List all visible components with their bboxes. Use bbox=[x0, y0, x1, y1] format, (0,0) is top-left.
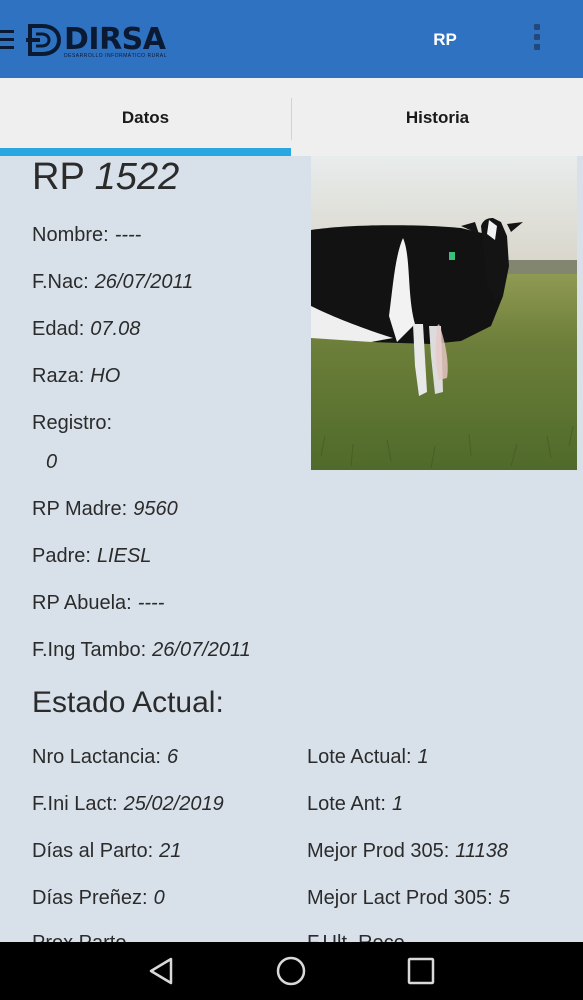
rp-label: RP bbox=[32, 156, 85, 198]
rp-heading: RP 1522 bbox=[32, 156, 179, 199]
field-label: Lote Actual: bbox=[307, 746, 412, 768]
back-icon[interactable] bbox=[145, 955, 177, 987]
field-raza: Raza: HO bbox=[32, 365, 120, 388]
field-registro-label: Registro: bbox=[32, 412, 113, 434]
field-dias-prenez: Días Preñez: 0 bbox=[32, 887, 165, 910]
recents-icon[interactable] bbox=[405, 955, 437, 987]
field-label: Nro Lactancia: bbox=[32, 746, 161, 768]
home-icon[interactable] bbox=[275, 955, 307, 987]
field-fini-lact: F.Ini Lact: 25/02/2019 bbox=[32, 793, 224, 816]
field-label: F.Nac: bbox=[32, 271, 89, 293]
field-label: Lote Ant: bbox=[307, 793, 386, 815]
field-label: F.Ing Tambo: bbox=[32, 639, 147, 661]
field-nro-lactancia: Nro Lactancia: 6 bbox=[32, 746, 178, 769]
field-fnac: F.Nac: 26/07/2011 bbox=[32, 271, 193, 294]
logo-subtitle: DESARROLLO INFORMÁTICO RURAL bbox=[64, 53, 167, 59]
active-tab-indicator bbox=[0, 148, 291, 156]
field-label: Mejor Lact Prod 305: bbox=[307, 887, 493, 909]
tab-bar: Datos Historia bbox=[0, 78, 583, 156]
dirsa-logo-mark bbox=[26, 24, 62, 56]
field-mejor-lact-prod-305: Mejor Lact Prod 305: 5 bbox=[307, 887, 510, 910]
field-label: Días al Parto: bbox=[32, 840, 154, 862]
field-value: 5 bbox=[498, 887, 510, 909]
field-mejor-prod-305: Mejor Prod 305: 11138 bbox=[307, 840, 508, 863]
field-label: Días Preñez: bbox=[32, 887, 148, 909]
field-label: Padre: bbox=[32, 545, 91, 567]
field-value: 26/07/2011 bbox=[94, 271, 194, 293]
field-value: LIESL bbox=[96, 545, 152, 567]
field-value: 1 bbox=[417, 746, 429, 768]
field-label: Nombre: bbox=[32, 224, 109, 246]
field-label: Raza: bbox=[32, 365, 85, 387]
system-nav-bar bbox=[0, 942, 583, 1000]
field-value: HO bbox=[90, 365, 121, 387]
field-fing-tambo: F.Ing Tambo: 26/07/2011 bbox=[32, 639, 251, 662]
field-value: 21 bbox=[159, 840, 182, 862]
field-lote-actual: Lote Actual: 1 bbox=[307, 746, 429, 769]
field-edad: Edad: 07.08 bbox=[32, 318, 140, 341]
tab-datos[interactable]: Datos bbox=[0, 78, 291, 156]
field-label: Mejor Prod 305: bbox=[307, 840, 450, 862]
datos-panel[interactable]: RP 1522 Nombre: ---- F.Nac: 26/07/2011 Eda… bbox=[0, 156, 583, 942]
field-value: 9560 bbox=[133, 498, 178, 520]
field-value: 25/02/2019 bbox=[123, 793, 224, 815]
field-label: RP Madre: bbox=[32, 498, 128, 520]
field-value: 6 bbox=[166, 746, 179, 768]
tab-historia[interactable]: Historia bbox=[292, 78, 583, 156]
field-label: RP Abuela: bbox=[32, 592, 132, 614]
field-value: 26/07/2011 bbox=[152, 639, 251, 661]
app-bar: DIRSA DESARROLLO INFORMÁTICO RURAL RP bbox=[0, 0, 583, 78]
field-prox-parto: Prox Parto bbox=[32, 932, 126, 942]
field-value: 07.08 bbox=[90, 318, 141, 340]
app-bar-title: RP bbox=[433, 30, 457, 49]
field-padre: Padre: LIESL bbox=[32, 545, 151, 568]
field-value: ---- bbox=[137, 592, 165, 614]
field-rp-madre: RP Madre: 9560 bbox=[32, 498, 178, 521]
field-label: F.Ini Lact: bbox=[32, 793, 118, 815]
holstein-cow-image bbox=[311, 156, 577, 470]
field-fult-rece: F.Ult. Rece bbox=[307, 932, 405, 942]
field-dias-parto: Días al Parto: 21 bbox=[32, 840, 181, 863]
field-value: 0 bbox=[153, 887, 165, 909]
field-value: ---- bbox=[114, 224, 142, 246]
field-nombre: Nombre: ---- bbox=[32, 224, 141, 247]
estado-actual-title: Estado Actual: bbox=[32, 686, 224, 719]
field-lote-ant: Lote Ant: 1 bbox=[307, 793, 403, 816]
field-rp-abuela: RP Abuela: ---- bbox=[32, 592, 164, 615]
menu-icon[interactable] bbox=[0, 30, 14, 52]
logo-text: DIRSA bbox=[64, 22, 166, 57]
field-value: 11138 bbox=[455, 840, 508, 862]
field-registro-value: 0 bbox=[46, 451, 58, 473]
more-vert-icon[interactable] bbox=[532, 24, 542, 56]
field-value: 1 bbox=[391, 793, 404, 815]
rp-number: 1522 bbox=[94, 156, 180, 198]
field-label: Edad: bbox=[32, 318, 85, 340]
animal-photo[interactable] bbox=[311, 156, 577, 470]
